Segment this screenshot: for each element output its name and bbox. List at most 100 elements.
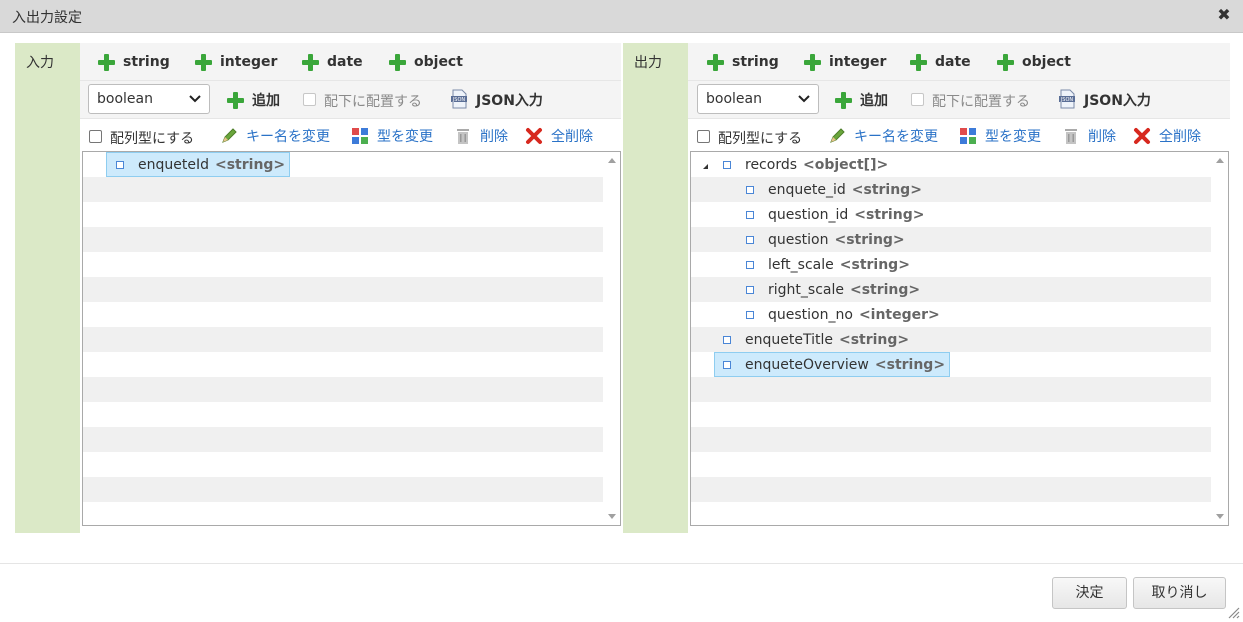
plus-icon [227, 91, 244, 109]
json-input-button[interactable]: JSON入力 [476, 90, 543, 110]
trash-icon [457, 129, 469, 144]
cancel-button[interactable]: 取り消し [1133, 577, 1226, 609]
delete-button[interactable]: 削除 [454, 126, 508, 146]
place-under-checkbox[interactable] [911, 93, 924, 106]
delete-all-button[interactable]: 全削除 [525, 126, 593, 146]
vertical-scrollbar[interactable] [603, 152, 620, 525]
tree-node-right_scale[interactable]: right_scale <string> [746, 277, 924, 302]
type-select[interactable]: boolean [697, 84, 819, 114]
field-node-icon [723, 335, 731, 344]
plus-icon [835, 91, 852, 109]
delete-all-button[interactable]: 全削除 [1133, 126, 1201, 146]
pencil-icon [222, 128, 237, 143]
place-under-label: 配下に配置する [932, 94, 1030, 110]
tree-node-enqueteTitle[interactable]: enqueteTitle <string> [723, 327, 913, 352]
plus-icon [997, 53, 1014, 71]
plus-icon [195, 53, 212, 71]
chevron-down-icon [798, 95, 810, 103]
array-type-checkbox[interactable] [89, 130, 102, 143]
json-input-button[interactable]: JSON入力 [1084, 90, 1151, 110]
change-type-button[interactable]: 型を変更 [351, 126, 433, 146]
vertical-scrollbar[interactable] [1211, 152, 1228, 525]
field-node-icon [746, 260, 754, 269]
footer-divider [0, 563, 1243, 564]
type-select[interactable]: boolean [88, 84, 210, 114]
field-node-icon [723, 160, 731, 169]
array-type-label: 配列型にする [110, 131, 195, 147]
trash-icon [1065, 129, 1077, 144]
tree-node-enqueteOverview[interactable]: enqueteOverview <string> [714, 352, 951, 377]
resize-grip-icon[interactable] [1226, 605, 1240, 619]
input-edit-toolbar: 配列型にする キー名を変更 型を変更 削除 全削除 [80, 119, 621, 151]
tree-node-enqueteId[interactable]: enqueteId <string> [106, 152, 291, 177]
input-panel: 入力 string integer date object boolean 追加… [15, 43, 621, 533]
dialog-title: 入出力設定 [12, 10, 82, 26]
field-node-icon [746, 235, 754, 244]
place-under-checkbox[interactable] [303, 93, 316, 106]
scroll-down-icon[interactable] [1216, 514, 1224, 519]
add-object-button[interactable]: object [997, 52, 1071, 72]
field-node-icon [746, 285, 754, 294]
delete-button[interactable]: 削除 [1062, 126, 1116, 146]
tree-node-question[interactable]: question <string> [746, 227, 909, 252]
array-type-label: 配列型にする [718, 131, 803, 147]
output-content: string integer date object boolean 追加 配下… [688, 43, 1230, 533]
plus-icon [707, 53, 724, 71]
rename-key-button[interactable]: キー名を変更 [828, 126, 938, 146]
output-tree[interactable]: records <object[]> enquete_id <string> q… [690, 151, 1229, 526]
input-content: string integer date object boolean 追加 配下… [80, 43, 621, 533]
tree-node-enquete_id[interactable]: enquete_id <string> [746, 177, 926, 202]
input-tree[interactable]: enqueteId <string> [82, 151, 621, 526]
change-type-button[interactable]: 型を変更 [959, 126, 1041, 146]
add-button[interactable]: 追加 [835, 90, 888, 110]
field-node-icon [723, 360, 731, 369]
add-string-button[interactable]: string [98, 52, 170, 72]
output-add-toolbar: boolean 追加 配下に配置する JSON JSON入力 [688, 81, 1230, 119]
add-integer-button[interactable]: integer [804, 52, 886, 72]
red-x-icon [1134, 128, 1150, 144]
input-label: 入力 [26, 55, 54, 71]
tree-node-question_no[interactable]: question_no <integer> [746, 302, 944, 327]
add-date-button[interactable]: date [302, 52, 363, 72]
input-add-toolbar: boolean 追加 配下に配置する JSON JSON入力 [80, 81, 621, 119]
output-type-toolbar: string integer date object [688, 43, 1230, 81]
plus-icon [910, 53, 927, 71]
add-date-button[interactable]: date [910, 52, 971, 72]
ok-button[interactable]: 決定 [1052, 577, 1127, 609]
scroll-up-icon[interactable] [1216, 158, 1224, 163]
tree-node-records[interactable]: records <object[]> [723, 152, 892, 177]
json-file-icon: JSON [451, 89, 467, 109]
add-string-button[interactable]: string [707, 52, 779, 72]
scroll-down-icon[interactable] [608, 514, 616, 519]
dialog-titlebar: 入出力設定 ✖ [0, 0, 1243, 33]
add-object-button[interactable]: object [389, 52, 463, 72]
red-x-icon [526, 128, 542, 144]
array-type-checkbox[interactable] [697, 130, 710, 143]
field-node-icon [746, 210, 754, 219]
svg-text:JSON: JSON [1060, 97, 1074, 103]
tree-node-question_id[interactable]: question_id <string> [746, 202, 928, 227]
field-node-icon [746, 310, 754, 319]
output-label: 出力 [634, 55, 662, 71]
swap-type-icon [960, 128, 976, 144]
tree-stripes [83, 152, 603, 525]
collapse-arrow-icon[interactable] [703, 159, 708, 169]
chevron-down-icon [189, 95, 201, 103]
plus-icon [98, 53, 115, 71]
add-integer-button[interactable]: integer [195, 52, 277, 72]
plus-icon [302, 53, 319, 71]
field-node-icon [116, 160, 124, 169]
add-button[interactable]: 追加 [227, 90, 280, 110]
field-node-icon [746, 185, 754, 194]
output-panel: 出力 string integer date object boolean 追加… [623, 43, 1230, 533]
input-type-toolbar: string integer date object [80, 43, 621, 81]
close-icon[interactable]: ✖ [1215, 6, 1233, 24]
output-edit-toolbar: 配列型にする キー名を変更 型を変更 削除 全削除 [688, 119, 1230, 151]
svg-text:JSON: JSON [452, 97, 466, 103]
rename-key-button[interactable]: キー名を変更 [220, 126, 330, 146]
place-under-label: 配下に配置する [324, 94, 422, 110]
scroll-up-icon[interactable] [608, 158, 616, 163]
plus-icon [804, 53, 821, 71]
tree-node-left_scale[interactable]: left_scale <string> [746, 252, 914, 277]
swap-type-icon [352, 128, 368, 144]
